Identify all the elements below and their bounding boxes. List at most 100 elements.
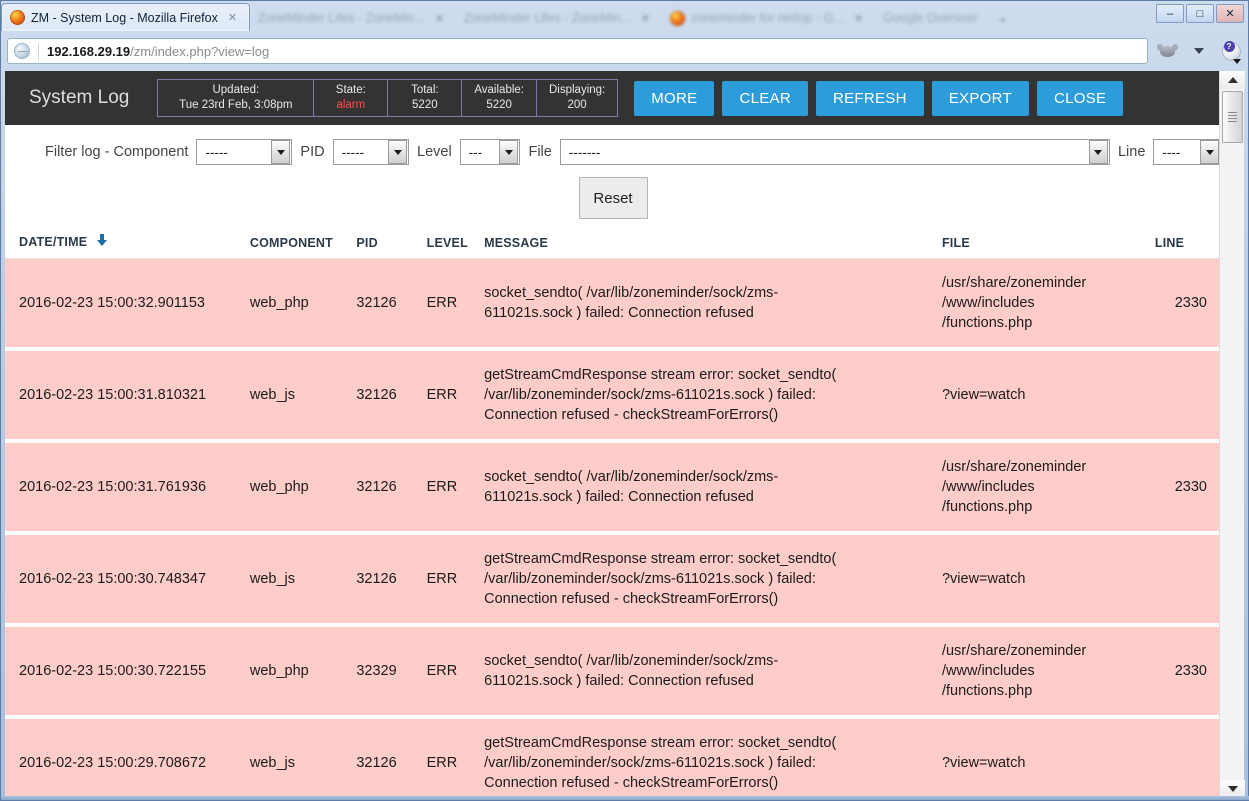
table-row[interactable]: 2016-02-23 15:00:30.748347 web_js 32126 ERR… (5, 535, 1221, 623)
cell-line: 2330 (1174, 295, 1207, 311)
minimize-button[interactable]: – (1156, 4, 1184, 23)
level-label: Level (417, 144, 452, 160)
browser-tab-5[interactable]: Google Overseer (875, 5, 990, 31)
status-available-value: 5220 (486, 99, 512, 111)
column-header-datetime[interactable]: DATE/TIME (5, 233, 250, 259)
url-path: /zm/index.php?view=log (130, 43, 270, 59)
cell-message: socket_sendto( /var/lib/zoneminder/sock/… (484, 443, 942, 531)
cell-datetime: 2016-02-23 15:00:30.722155 (19, 663, 207, 679)
cell-file-line: /usr/share/zoneminder (941, 275, 1087, 291)
cell-message-line: /var/lib/zoneminder/sock/zms-611021s.soc… (484, 571, 816, 587)
column-header-message[interactable]: MESSAGE (484, 233, 942, 259)
cell-pid: 32329 (356, 663, 397, 679)
browser-tab-label: ZoneMinder Lifes - ZoneMin... (258, 11, 425, 25)
refresh-button[interactable]: REFRESH (815, 80, 924, 116)
cell-message-line: socket_sendto( /var/lib/zoneminder/sock/… (484, 653, 779, 669)
cell-file-line: /www/includes (941, 663, 1035, 679)
scroll-up-button[interactable] (1220, 71, 1245, 89)
cell-message: getStreamCmdResponse stream error: socke… (484, 535, 942, 623)
column-header-pid[interactable]: PID (356, 233, 427, 259)
cell-level: ERR (426, 387, 458, 403)
browser-tab-3[interactable]: ZoneMinder Lifes - ZoneMin... ✕ (456, 5, 662, 31)
browser-tab-2[interactable]: ZoneMinder Lifes - ZoneMin... ✕ (250, 5, 456, 31)
search-provider-icon[interactable] (1218, 39, 1244, 64)
globe-icon (14, 43, 30, 59)
chevron-down-icon[interactable] (1186, 39, 1212, 63)
line-label: Line (1117, 144, 1146, 160)
table-row[interactable]: 2016-02-23 15:00:32.901153 web_php 32126 ER… (5, 258, 1221, 348)
table-row[interactable]: 2016-02-23 15:00:31.761936 web_php 32126 ER… (5, 443, 1221, 531)
table-row[interactable]: 2016-02-23 15:00:30.722155 web_php 32329 ER… (5, 627, 1221, 715)
cell-component: web_js (249, 755, 296, 771)
table-row[interactable]: 2016-02-23 15:00:29.708672 web_js 32126 ERR… (5, 719, 1221, 798)
cell-component: web_php (249, 663, 309, 679)
browser-tab-active[interactable]: ZM - System Log - Mozilla Firefox ✕ (1, 3, 251, 31)
cell-file: /usr/share/zoneminder/www/includes/funct… (942, 259, 1155, 348)
clear-button[interactable]: CLEAR (722, 80, 808, 116)
scrollbar-thumb[interactable] (1222, 91, 1243, 143)
sort-descending-icon[interactable] (95, 233, 109, 250)
chevron-down-icon[interactable] (388, 140, 407, 164)
cell-message-line: Connection refused - checkStreamForError… (484, 591, 779, 607)
status-updated-value: Tue 23rd Feb, 3:08pm (179, 99, 293, 111)
cell-component: web_php (249, 295, 309, 311)
chevron-down-icon[interactable] (1200, 140, 1220, 164)
status-state-label: State: (335, 84, 366, 96)
cell-component: web_php (249, 479, 309, 495)
new-tab-button[interactable]: + (990, 12, 1015, 31)
window-close-button[interactable]: ✕ (1216, 4, 1244, 23)
level-select[interactable]: --- (459, 139, 521, 165)
column-header-level[interactable]: LEVEL (426, 233, 485, 259)
pid-select[interactable]: ----- (332, 139, 409, 165)
filter-controls: Filter log - Component ----- PID ----- L… (5, 139, 1221, 165)
cell-message-line: Connection refused - checkStreamForError… (484, 775, 779, 791)
chevron-down-icon[interactable] (1088, 140, 1108, 164)
reset-button[interactable]: Reset (578, 177, 648, 219)
cell-datetime: 2016-02-23 15:00:31.761936 (19, 479, 207, 495)
reset-row: Reset (5, 177, 1221, 219)
close-icon[interactable]: ✕ (641, 12, 650, 25)
app-header: System Log Updated: Tue 23rd Feb, 3:08pm… (5, 71, 1221, 125)
close-icon[interactable]: ✕ (435, 12, 444, 25)
browser-tab-label: Google Overseer (883, 11, 979, 25)
chevron-down-icon[interactable] (271, 140, 291, 164)
cell-component: web_js (249, 571, 296, 587)
firefox-logo-icon (10, 10, 25, 25)
table-row[interactable]: 2016-02-23 15:00:31.810321 web_js 32126 ERR… (5, 351, 1221, 439)
url-host: 192.168.29.19 (47, 43, 131, 59)
close-icon[interactable]: ✕ (854, 12, 863, 25)
status-available: Available: 5220 (462, 80, 537, 116)
page-viewport: System Log Updated: Tue 23rd Feb, 3:08pm… (5, 71, 1221, 798)
cell-file-line: /www/includes (941, 479, 1035, 495)
column-header-file[interactable]: FILE (941, 233, 1155, 259)
file-label: File (528, 144, 552, 160)
line-select[interactable]: ---- (1153, 139, 1221, 165)
cell-datetime: 2016-02-23 15:00:31.810321 (19, 387, 207, 403)
cell-file-line: /functions.php (941, 499, 1033, 515)
address-bar[interactable]: 192.168.29.19/zm/index.php?view=log (7, 38, 1148, 64)
cell-message: socket_sendto( /var/lib/zoneminder/sock/… (484, 627, 942, 715)
close-icon[interactable]: ✕ (228, 11, 237, 24)
more-button[interactable]: MORE (634, 80, 715, 116)
column-header-component[interactable]: COMPONENT (249, 233, 357, 259)
pid-label: PID (300, 144, 325, 160)
cell-datetime: 2016-02-23 15:00:30.748347 (19, 571, 207, 587)
status-displaying-value: 200 (567, 99, 587, 111)
browser-tab-4[interactable]: zoneminder for nettop - G... ✕ (662, 5, 875, 31)
chevron-down-icon[interactable] (499, 140, 519, 164)
page-scrollbar[interactable] (1219, 71, 1245, 798)
column-header-line[interactable]: LINE (1154, 233, 1221, 259)
export-button[interactable]: EXPORT (931, 80, 1029, 116)
component-select[interactable]: ----- (196, 139, 293, 165)
cell-message-line: socket_sendto( /var/lib/zoneminder/sock/… (484, 285, 779, 301)
file-select[interactable]: ------- (559, 139, 1110, 165)
cell-pid: 32126 (356, 571, 397, 587)
cell-component: web_js (249, 387, 296, 403)
maximize-button[interactable]: □ (1186, 4, 1214, 23)
cell-line: 2330 (1174, 479, 1207, 495)
filter-bar: Filter log - Component ----- PID ----- L… (5, 125, 1221, 219)
divider (38, 42, 39, 60)
close-button[interactable]: CLOSE (1036, 80, 1124, 116)
bug-icon[interactable] (1154, 39, 1180, 63)
window-controls: – □ ✕ (1156, 4, 1244, 23)
